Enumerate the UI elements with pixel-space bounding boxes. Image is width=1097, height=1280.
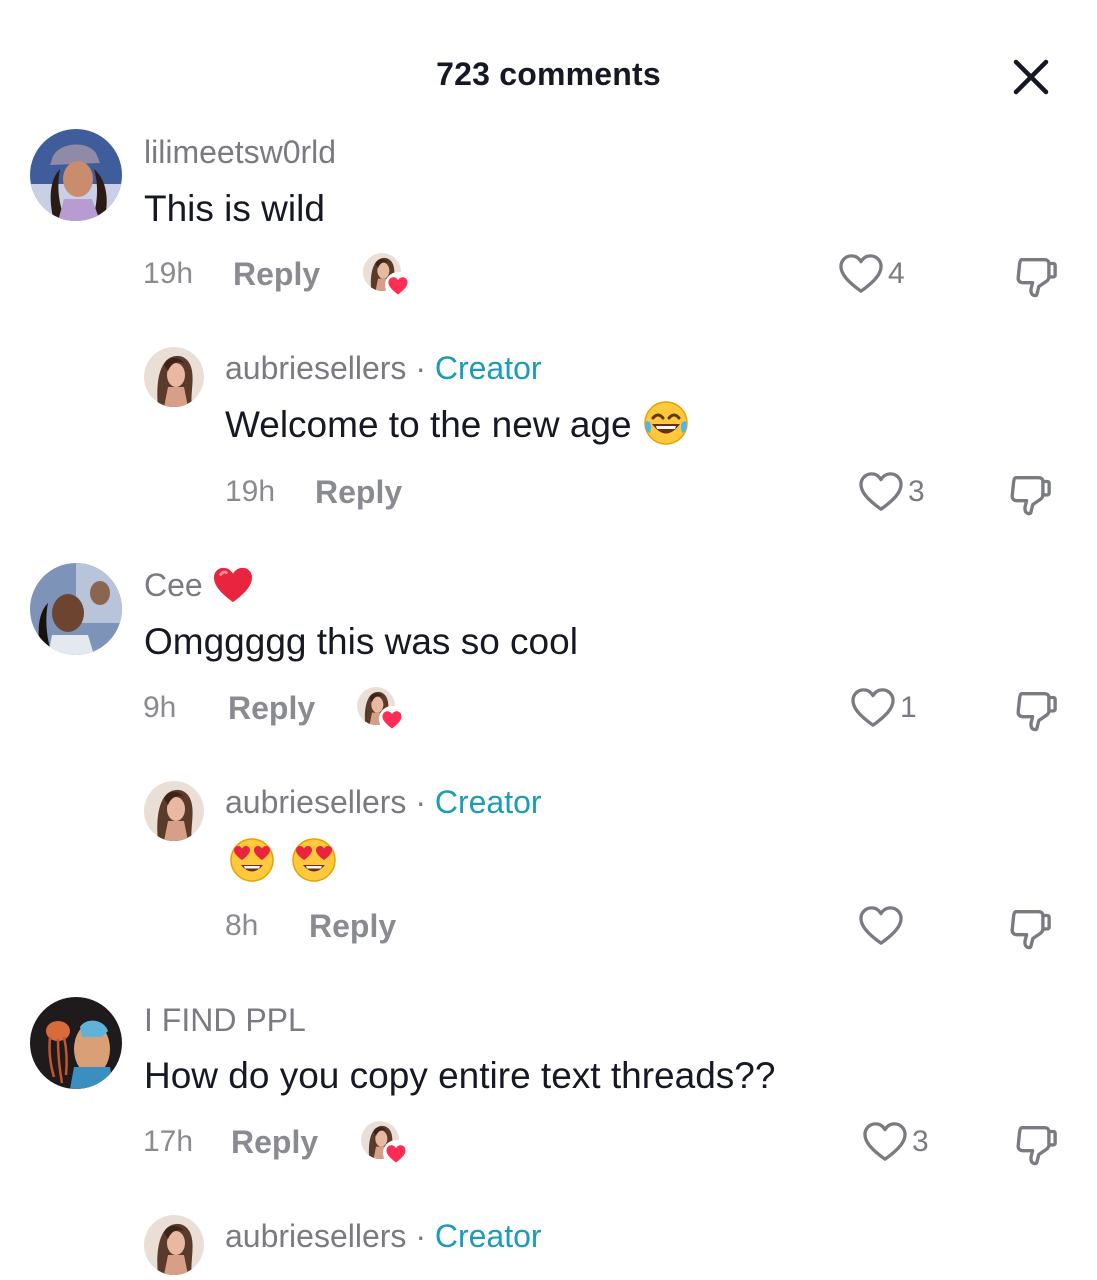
heart-outline-icon — [858, 471, 904, 513]
comment-emoji-text — [228, 836, 338, 884]
avatar[interactable] — [30, 563, 122, 655]
reply-button[interactable]: Reply — [315, 474, 402, 511]
heart-outline-icon — [862, 1121, 908, 1163]
heart-eyes-emoji-icon — [290, 836, 338, 884]
liked-by-creator-badge — [360, 1120, 408, 1168]
comment-time: 8h — [225, 909, 259, 942]
comment-time: 19h — [143, 257, 194, 290]
dislike-button[interactable] — [1006, 470, 1054, 518]
reply-button[interactable]: Reply — [233, 256, 320, 293]
heart-icon — [383, 1140, 408, 1166]
avatar[interactable] — [144, 1215, 204, 1275]
thumbs-down-icon — [1012, 1120, 1058, 1166]
creator-badge: Creator — [434, 1218, 542, 1254]
avatar[interactable] — [30, 997, 122, 1089]
avatar[interactable] — [144, 347, 204, 407]
like-button[interactable]: 4 — [838, 252, 905, 296]
comment-username[interactable]: lilimeetsw0rld — [144, 134, 336, 171]
dislike-button[interactable] — [1012, 686, 1060, 734]
comment-text: This is wild — [144, 188, 325, 229]
reply-button[interactable]: Reply — [228, 690, 315, 727]
comment-text: How do you copy entire text threads?? — [144, 1055, 776, 1096]
heart-outline-icon — [858, 905, 904, 947]
comment-username[interactable]: aubriesellers · Creator — [225, 1218, 542, 1255]
heart-icon — [379, 706, 404, 732]
separator-dot: · — [415, 350, 426, 386]
avatar[interactable] — [30, 129, 122, 221]
laughing-emoji-icon — [642, 399, 690, 447]
like-button[interactable]: 3 — [858, 470, 925, 514]
separator-dot: · — [415, 784, 426, 820]
dislike-button[interactable] — [1012, 252, 1060, 300]
separator-dot: · — [415, 1218, 426, 1254]
thumbs-down-icon — [1006, 470, 1052, 516]
comment-text-content: Welcome to the new age — [225, 404, 632, 445]
username-text: aubriesellers — [225, 784, 407, 820]
like-count: 3 — [908, 475, 925, 508]
like-count: 1 — [900, 691, 917, 724]
username-text: aubriesellers — [225, 350, 407, 386]
heart-eyes-emoji-icon — [228, 836, 276, 884]
liked-by-creator-badge — [362, 252, 410, 300]
avatar[interactable] — [144, 781, 204, 841]
dislike-button[interactable] — [1006, 904, 1054, 952]
like-button[interactable]: 3 — [862, 1120, 929, 1164]
reply-button[interactable]: Reply — [309, 908, 396, 945]
close-icon — [1013, 59, 1049, 95]
comment-time: 9h — [143, 691, 177, 724]
creator-badge: Creator — [434, 350, 542, 386]
thumbs-down-icon — [1012, 686, 1058, 732]
comment-time: 17h — [143, 1125, 194, 1158]
username-text: Cee — [144, 567, 203, 603]
comment-text: Omggggg this was so cool — [144, 621, 578, 662]
comment-username[interactable]: Cee — [144, 567, 254, 604]
comment-text: Welcome to the new age — [225, 404, 690, 447]
username-text: aubriesellers — [225, 1218, 407, 1254]
like-button[interactable] — [858, 904, 908, 948]
comment-username[interactable]: I FIND PPL — [144, 1002, 306, 1039]
like-count: 4 — [888, 257, 905, 290]
thumbs-down-icon — [1012, 252, 1058, 298]
red-heart-icon — [212, 566, 254, 604]
comment-username[interactable]: aubriesellers · Creator — [225, 784, 542, 821]
thumbs-down-icon — [1006, 904, 1052, 950]
liked-by-creator-badge — [356, 686, 404, 734]
dislike-button[interactable] — [1012, 1120, 1060, 1168]
heart-outline-icon — [838, 253, 884, 295]
creator-badge: Creator — [434, 784, 542, 820]
comment-time: 19h — [225, 475, 276, 508]
like-button[interactable]: 1 — [850, 686, 917, 730]
heart-icon — [385, 272, 410, 298]
comment-username[interactable]: aubriesellers · Creator — [225, 350, 542, 387]
reply-button[interactable]: Reply — [231, 1124, 318, 1161]
close-button[interactable] — [1010, 56, 1052, 98]
comments-count-title: 723 comments — [436, 56, 661, 92]
like-count: 3 — [912, 1125, 929, 1158]
heart-outline-icon — [850, 687, 896, 729]
